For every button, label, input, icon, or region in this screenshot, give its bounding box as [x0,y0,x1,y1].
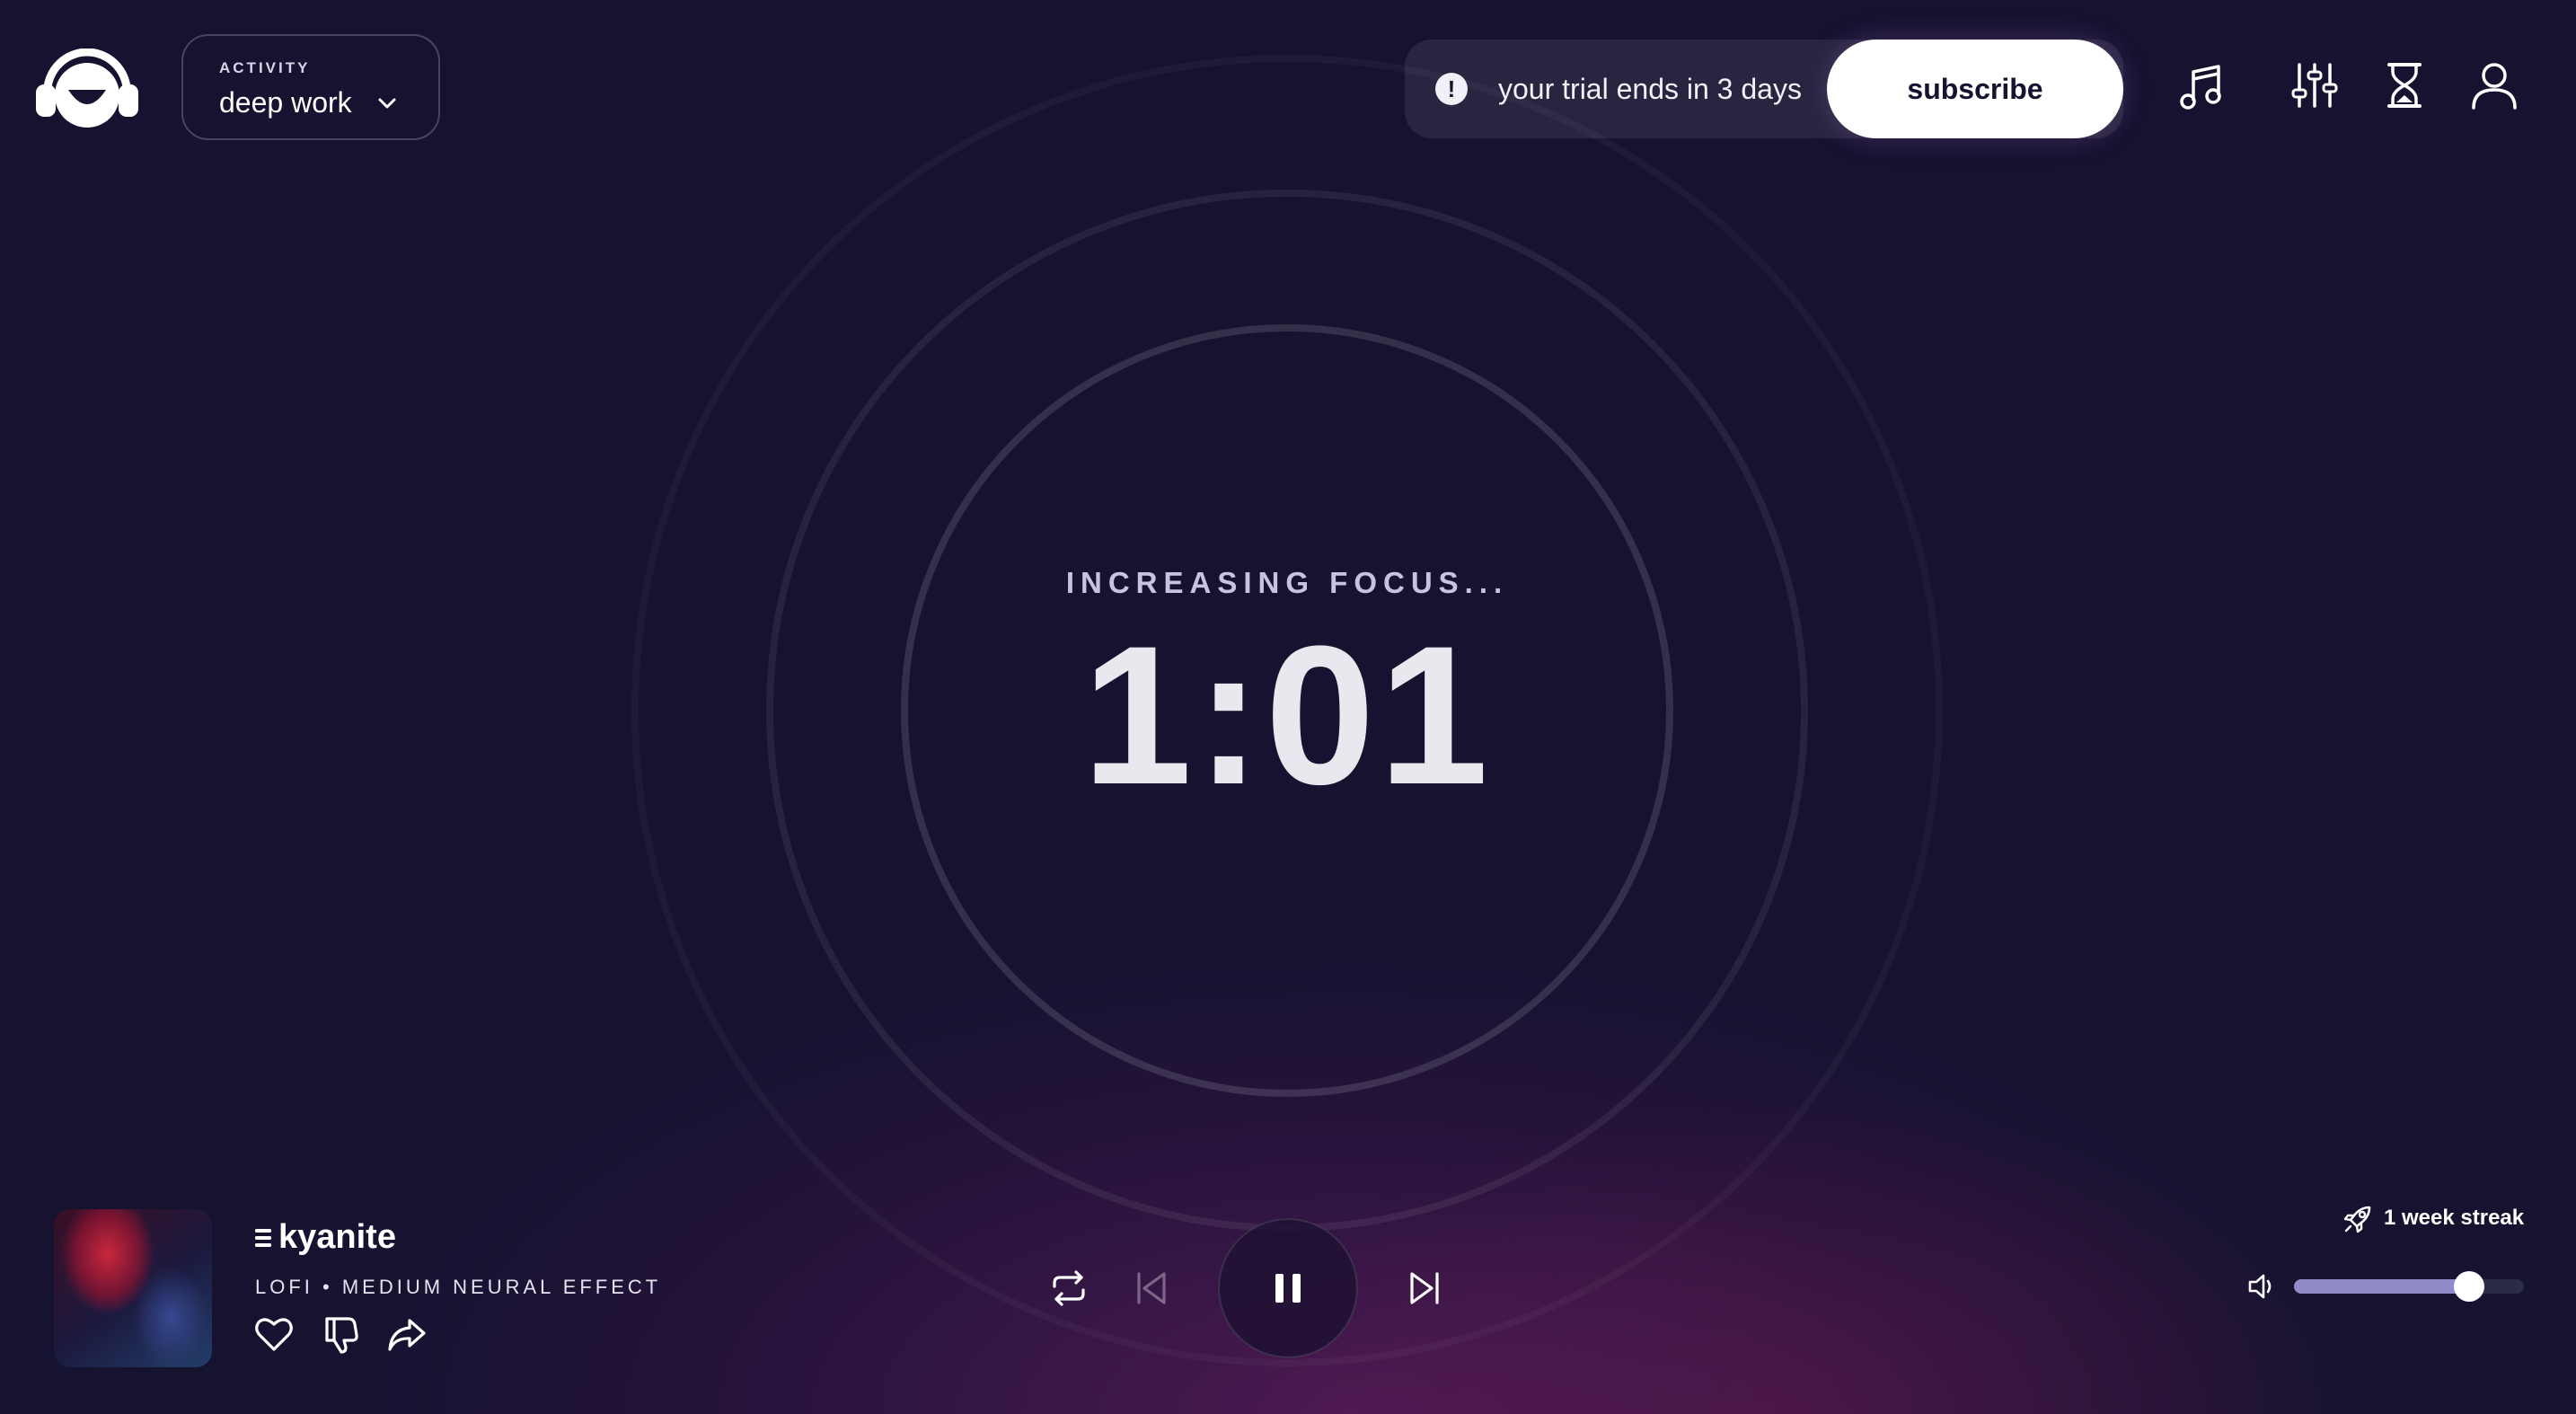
rocket-icon [2343,1206,2371,1233]
pause-icon [1275,1274,1301,1303]
app-stage: ACTIVITY deep work ! your trial ends in … [0,0,2576,1414]
streak-badge[interactable]: 1 week streak [2342,1202,2524,1234]
album-art[interactable] [54,1209,212,1367]
track-title: kyanite [278,1218,396,1256]
chevron-down-icon [378,98,396,108]
volume-icon[interactable] [2245,1270,2278,1303]
music-note-icon[interactable] [2175,59,2228,111]
subscribe-button[interactable]: subscribe [1827,40,2123,138]
trial-banner: ! your trial ends in 3 days subscribe [1405,40,2123,138]
queue-icon [255,1228,271,1247]
timer-status: INCREASING FOCUS... [1065,566,1509,599]
hourglass-icon[interactable] [2378,59,2430,111]
trial-message: your trial ends in 3 days [1498,72,1802,105]
previous-track-icon[interactable] [1132,1268,1171,1308]
timer-value: 1:01 [1081,605,1493,826]
activity-value: deep work [219,86,352,119]
repeat-icon[interactable] [1047,1267,1090,1310]
user-icon[interactable] [2468,59,2520,111]
focus-timer: INCREASING FOCUS... 1:01 [928,566,1646,814]
playback-controls [1047,1218,1496,1358]
pause-button[interactable] [1218,1218,1358,1358]
headphones-face-icon [36,48,138,128]
volume-slider[interactable] [2294,1271,2524,1302]
next-track-icon[interactable] [1405,1268,1444,1308]
volume-thumb[interactable] [2453,1271,2484,1302]
activity-label: ACTIVITY [219,59,311,76]
alert-icon: ! [1435,73,1468,105]
share-icon[interactable] [386,1313,428,1355]
activity-selector[interactable]: ACTIVITY deep work [181,34,440,140]
streak-text: 1 week streak [2384,1206,2525,1230]
heart-icon[interactable] [253,1313,295,1355]
brain-fm-logo[interactable] [34,48,140,129]
sliders-icon[interactable] [2289,59,2341,111]
volume-fill [2294,1279,2469,1294]
track-meta: LOFI • MEDIUM NEURAL EFFECT [255,1276,662,1298]
thumbs-down-icon[interactable] [320,1313,361,1355]
